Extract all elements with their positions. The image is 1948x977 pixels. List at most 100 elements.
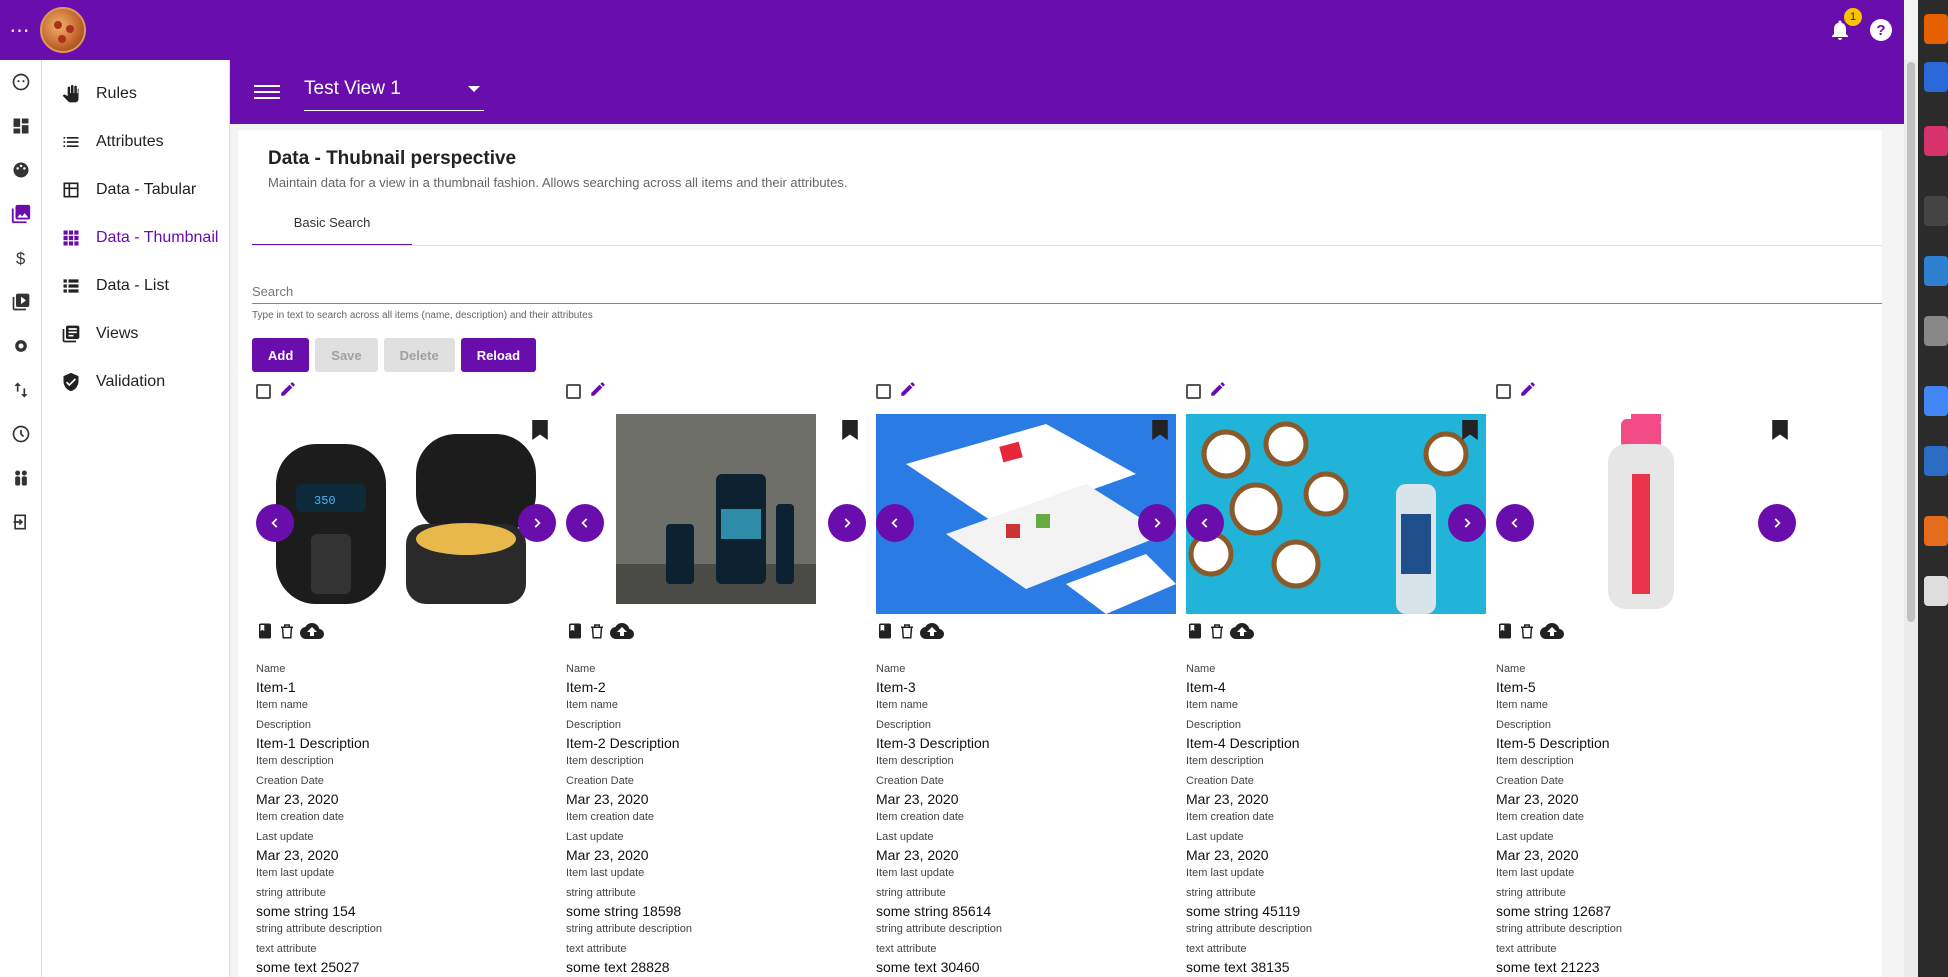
item-string-attribute[interactable]: some string 85614	[876, 902, 1002, 920]
chrome-icon[interactable]	[1924, 386, 1948, 416]
history-icon[interactable]	[0, 412, 41, 456]
item-text-attribute[interactable]: some text 25027	[256, 958, 382, 976]
item-name[interactable]: Item-4	[1186, 678, 1312, 696]
delete-icon[interactable]	[278, 622, 296, 645]
delete-icon[interactable]	[1208, 622, 1226, 645]
dollar-icon[interactable]: $	[0, 236, 41, 280]
thunderbird-icon[interactable]	[1924, 256, 1948, 286]
app-logo[interactable]	[40, 7, 86, 53]
item-text-attribute[interactable]: some text 38135	[1186, 958, 1312, 976]
item-description[interactable]: Item-5 Description	[1496, 734, 1622, 752]
settings-icon[interactable]	[0, 324, 41, 368]
sort-icon[interactable]	[0, 368, 41, 412]
item-name[interactable]: Item-2	[566, 678, 692, 696]
search-input[interactable]: Search	[252, 280, 1882, 304]
firefox-icon[interactable]	[1924, 14, 1948, 44]
edit-icon[interactable]	[279, 380, 297, 403]
next-image-button[interactable]	[518, 504, 556, 542]
select-checkbox[interactable]	[876, 383, 891, 399]
item-text-attribute[interactable]: some text 28828	[566, 958, 692, 976]
item-name[interactable]: Item-3	[876, 678, 1002, 696]
upload-icon[interactable]	[920, 622, 944, 645]
item-description[interactable]: Item-4 Description	[1186, 734, 1312, 752]
software-icon[interactable]	[1924, 516, 1948, 546]
upload-icon[interactable]	[1540, 622, 1564, 645]
reload-button[interactable]: Reload	[460, 338, 537, 372]
delete-icon[interactable]	[898, 622, 916, 645]
bookmark-icon[interactable]	[842, 420, 858, 445]
app-icon[interactable]	[1924, 62, 1948, 92]
palette-icon[interactable]	[0, 148, 41, 192]
more-menu-icon[interactable]: ⋯	[0, 18, 40, 43]
next-image-button[interactable]	[1758, 504, 1796, 542]
item-creation-date[interactable]: Mar 23, 2020	[1496, 790, 1622, 808]
item-last-update[interactable]: Mar 23, 2020	[566, 846, 692, 864]
item-last-update[interactable]: Mar 23, 2020	[1496, 846, 1622, 864]
sidebar-item-data-list[interactable]: Data - List	[42, 262, 229, 310]
next-image-button[interactable]	[1138, 504, 1176, 542]
add-button[interactable]: Add	[252, 338, 310, 372]
delete-icon[interactable]	[588, 622, 606, 645]
select-checkbox[interactable]	[566, 383, 581, 399]
previous-image-button[interactable]	[256, 504, 294, 542]
edit-icon[interactable]	[589, 380, 607, 403]
sidebar-item-rules[interactable]: Rules	[42, 70, 229, 118]
previous-image-button[interactable]	[1186, 504, 1224, 542]
item-string-attribute[interactable]: some string 12687	[1496, 902, 1622, 920]
sidebar-item-attributes[interactable]: Attributes	[42, 118, 229, 166]
delete-icon[interactable]	[1518, 622, 1536, 645]
item-description[interactable]: Item-2 Description	[566, 734, 692, 752]
edit-icon[interactable]	[1519, 380, 1537, 403]
item-creation-date[interactable]: Mar 23, 2020	[256, 790, 382, 808]
item-creation-date[interactable]: Mar 23, 2020	[876, 790, 1002, 808]
item-creation-date[interactable]: Mar 23, 2020	[1186, 790, 1312, 808]
book-icon[interactable]	[566, 622, 584, 645]
item-description[interactable]: Item-1 Description	[256, 734, 382, 752]
sidebar-item-validation[interactable]: Validation	[42, 358, 229, 406]
sidebar-item-data-tabular[interactable]: Data - Tabular	[42, 166, 229, 214]
item-string-attribute[interactable]: some string 154	[256, 902, 382, 920]
previous-image-button[interactable]	[876, 504, 914, 542]
bookmark-icon[interactable]	[1772, 420, 1788, 445]
item-last-update[interactable]: Mar 23, 2020	[1186, 846, 1312, 864]
ide-icon[interactable]	[1924, 126, 1948, 156]
scrollbar[interactable]	[1904, 60, 1918, 977]
previous-image-button[interactable]	[566, 504, 604, 542]
bookmark-icon[interactable]	[532, 420, 548, 445]
next-image-button[interactable]	[1448, 504, 1486, 542]
select-checkbox[interactable]	[256, 383, 271, 399]
item-text-attribute[interactable]: some text 30460	[876, 958, 1002, 976]
help-icon[interactable]: ?	[1870, 19, 1892, 41]
face-icon[interactable]	[0, 60, 41, 104]
scrollbar-thumb[interactable]	[1907, 62, 1915, 622]
photo-library-icon[interactable]	[0, 192, 41, 236]
upload-icon[interactable]	[610, 622, 634, 645]
book-icon[interactable]	[1186, 622, 1204, 645]
files-icon[interactable]	[1924, 316, 1948, 346]
item-description[interactable]: Item-3 Description	[876, 734, 1002, 752]
item-name[interactable]: Item-1	[256, 678, 382, 696]
bookmark-icon[interactable]	[1462, 420, 1478, 445]
tab-basic-search[interactable]: Basic Search	[252, 200, 412, 246]
video-library-icon[interactable]	[0, 280, 41, 324]
text-editor-icon[interactable]	[1924, 576, 1948, 606]
item-string-attribute[interactable]: some string 45119	[1186, 902, 1312, 920]
book-icon[interactable]	[1496, 622, 1514, 645]
bookmark-icon[interactable]	[1152, 420, 1168, 445]
delete-button[interactable]: Delete	[383, 338, 455, 372]
item-string-attribute[interactable]: some string 18598	[566, 902, 692, 920]
select-checkbox[interactable]	[1496, 383, 1511, 399]
previous-image-button[interactable]	[1496, 504, 1534, 542]
book-icon[interactable]	[256, 622, 274, 645]
select-checkbox[interactable]	[1186, 383, 1201, 399]
item-name[interactable]: Item-5	[1496, 678, 1622, 696]
item-creation-date[interactable]: Mar 23, 2020	[566, 790, 692, 808]
upload-icon[interactable]	[1230, 622, 1254, 645]
item-text-attribute[interactable]: some text 21223	[1496, 958, 1622, 976]
logout-icon[interactable]	[0, 500, 41, 544]
sidebar-item-data-thumbnail[interactable]: Data - Thumbnail	[42, 214, 229, 262]
item-last-update[interactable]: Mar 23, 2020	[256, 846, 382, 864]
dashboard-icon[interactable]	[0, 104, 41, 148]
hamburger-menu-icon[interactable]	[254, 81, 280, 103]
edit-icon[interactable]	[899, 380, 917, 403]
